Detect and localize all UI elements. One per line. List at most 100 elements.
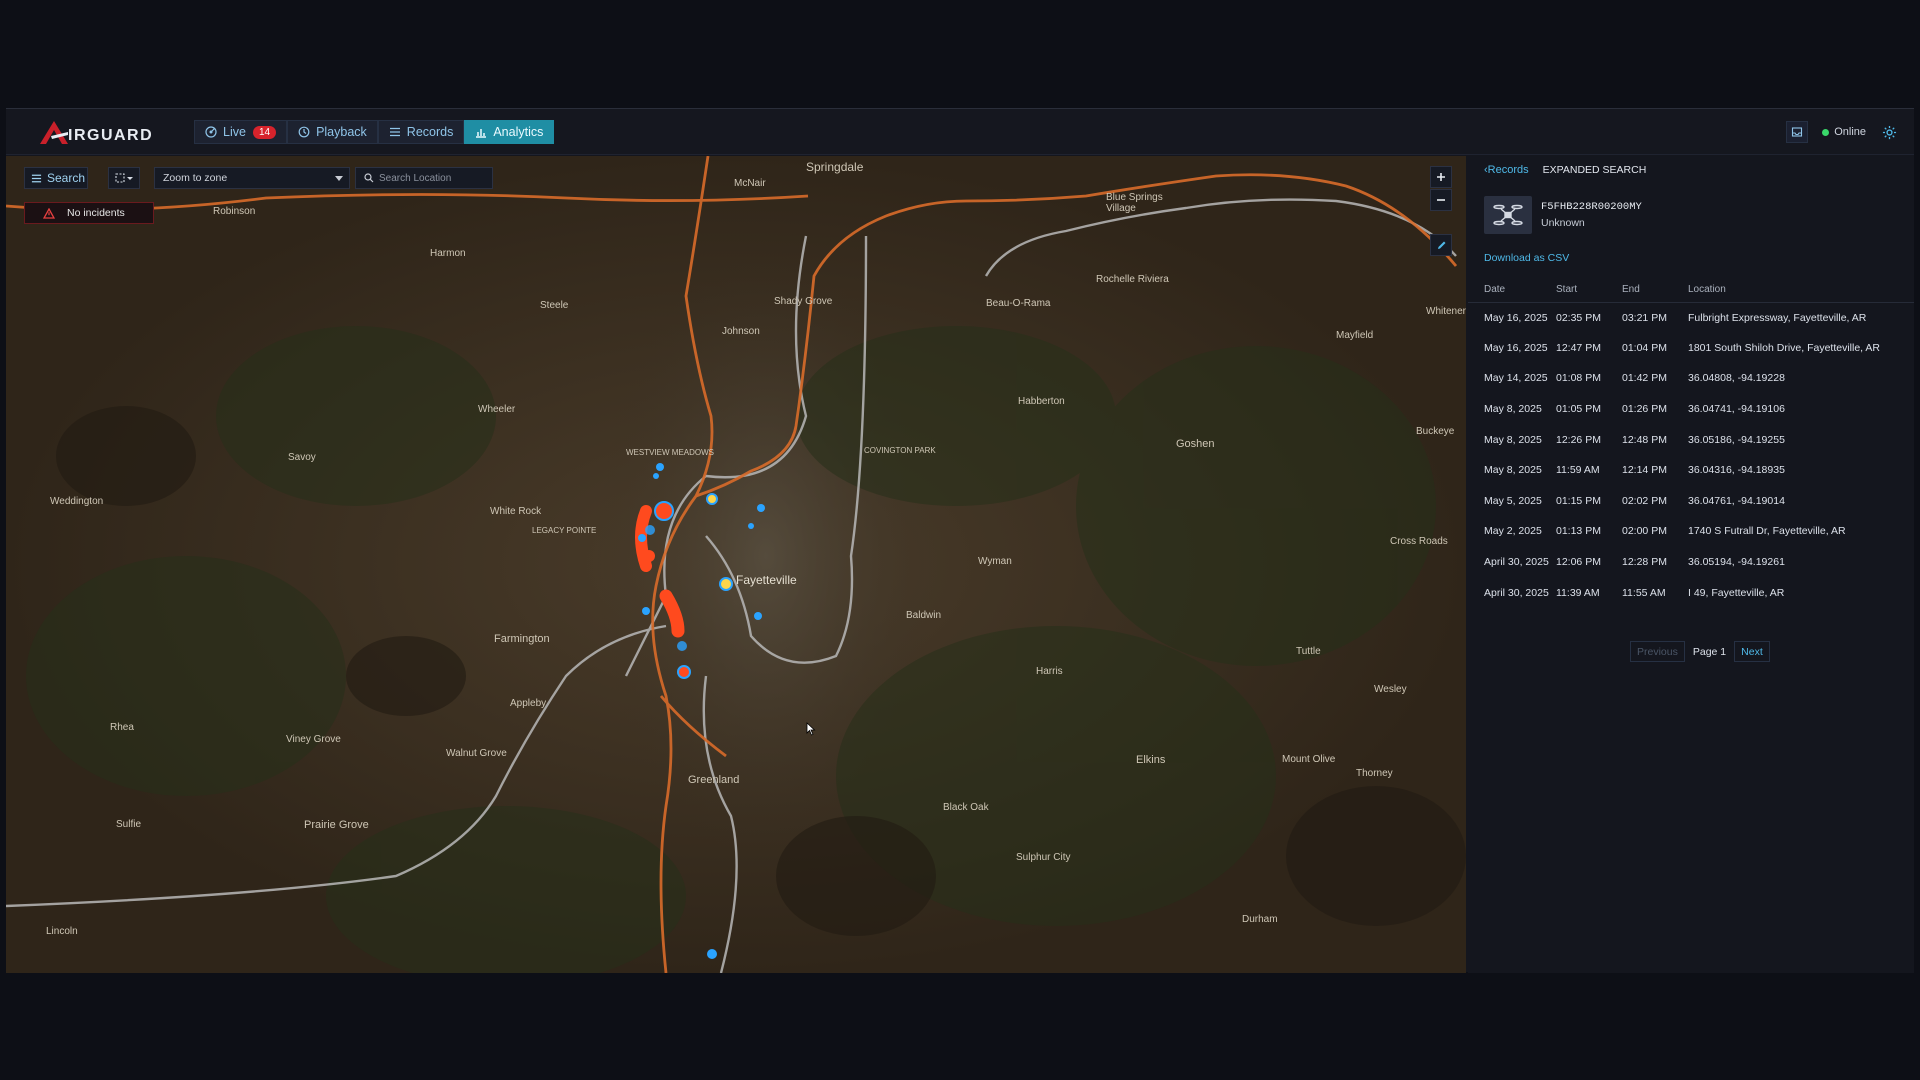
label-tuttle: Tuttle xyxy=(1296,646,1321,657)
label-springdale: Springdale xyxy=(806,160,864,174)
cell-location: 1801 South Shiloh Drive, Fayetteville, A… xyxy=(1688,341,1881,354)
label-baldwin: Baldwin xyxy=(906,610,942,621)
col-location[interactable]: Location xyxy=(1688,278,1914,303)
panel-title: EXPANDED SEARCH xyxy=(1542,164,1647,176)
map-search-button[interactable]: Search xyxy=(24,167,88,189)
drone-summary: F5FHB228R00200MY Unknown xyxy=(1484,196,1642,234)
tab-records[interactable]: Records xyxy=(377,120,465,144)
map-labels: Springdale Fayetteville Farmington Green… xyxy=(6,156,1466,973)
zoom-in-button[interactable] xyxy=(1430,166,1452,188)
records-table-body: May 16, 2025 02:35 PM 03:21 PM Fulbright Ex… xyxy=(1468,302,1914,608)
label-savoy: Savoy xyxy=(288,452,316,463)
cell-end: 01:42 PM xyxy=(1622,372,1667,385)
cell-date: April 30, 2025 xyxy=(1484,556,1549,569)
label-lincoln: Lincoln xyxy=(46,926,78,937)
logo-mark-icon xyxy=(40,121,68,144)
tab-live[interactable]: Live 14 xyxy=(194,120,288,144)
download-csv-link[interactable]: Download as CSV xyxy=(1484,252,1569,264)
label-mayfield: Mayfield xyxy=(1336,330,1374,341)
label-rhea: Rhea xyxy=(110,722,134,733)
table-row[interactable]: May 8, 2025 11:59 AM 12:14 PM 36.04316, -94… xyxy=(1468,455,1914,486)
label-wyman: Wyman xyxy=(978,556,1012,567)
status-label: Online xyxy=(1834,126,1866,138)
col-end[interactable]: End xyxy=(1622,278,1688,303)
table-row[interactable]: May 5, 2025 01:15 PM 02:02 PM 36.04761, -94… xyxy=(1468,486,1914,517)
table-row[interactable]: May 16, 2025 12:47 PM 01:04 PM 1801 South S… xyxy=(1468,333,1914,364)
records-side-panel: ‹Records EXPANDED SEARCH F5FHB228R00200M… xyxy=(1468,156,1914,973)
selection-tool-dropdown[interactable] xyxy=(108,167,140,189)
zone-select[interactable]: Zoom to zone xyxy=(154,167,350,189)
cell-date: May 2, 2025 xyxy=(1484,525,1542,538)
records-table: Date Start End Location May 16, 2025 02:3… xyxy=(1468,278,1914,608)
cell-start: 01:05 PM xyxy=(1556,403,1601,416)
table-row[interactable]: April 30, 2025 11:39 AM 11:55 AM I 49, Faye… xyxy=(1468,577,1914,608)
label-appleby: Appleby xyxy=(510,698,547,709)
zone-select-value: Zoom to zone xyxy=(163,172,228,184)
page-indicator: Page 1 xyxy=(1692,645,1727,658)
table-row[interactable]: May 8, 2025 12:26 PM 12:48 PM 36.05186, -94… xyxy=(1468,424,1914,455)
cell-location: 36.05186, -94.19255 xyxy=(1688,433,1785,446)
cell-start: 01:13 PM xyxy=(1556,525,1601,538)
label-farmington: Farmington xyxy=(494,633,550,645)
location-search-input[interactable] xyxy=(379,172,489,184)
back-to-records-link[interactable]: ‹Records xyxy=(1484,164,1529,176)
table-row[interactable]: May 16, 2025 02:35 PM 03:21 PM Fulbright Ex… xyxy=(1468,302,1914,333)
tab-analytics[interactable]: Analytics xyxy=(464,120,555,144)
drone-id: F5FHB228R00200MY xyxy=(1541,201,1642,213)
table-row[interactable]: May 14, 2025 01:08 PM 01:42 PM 36.04808, -9… xyxy=(1468,363,1914,394)
live-count-badge: 14 xyxy=(252,125,277,139)
table-row[interactable]: May 2, 2025 01:13 PM 02:00 PM 1740 S Futral… xyxy=(1468,516,1914,547)
cell-end: 11:55 AM xyxy=(1622,586,1666,599)
next-page-button[interactable]: Next xyxy=(1734,641,1770,662)
table-row[interactable]: April 30, 2025 12:06 PM 12:28 PM 36.05194, … xyxy=(1468,547,1914,578)
inbox-icon xyxy=(1792,127,1803,137)
col-start[interactable]: Start xyxy=(1556,278,1622,303)
previous-page-button[interactable]: Previous xyxy=(1630,641,1685,662)
notifications-button[interactable] xyxy=(1786,121,1809,143)
tab-live-label: Live xyxy=(223,125,246,139)
tab-analytics-label: Analytics xyxy=(493,125,544,139)
label-westview-meadows: WESTVIEW MEADOWS xyxy=(626,448,714,457)
cell-location: 36.04741, -94.19106 xyxy=(1688,403,1785,416)
bar-chart-icon xyxy=(476,129,487,138)
map-view[interactable]: Springdale Fayetteville Farmington Green… xyxy=(6,156,1466,973)
label-black-oak: Black Oak xyxy=(943,802,989,813)
label-johnson: Johnson xyxy=(722,326,760,337)
settings-button[interactable] xyxy=(1880,123,1898,141)
top-right-controls: Online xyxy=(1786,121,1898,143)
label-shady-grove: Shady Grove xyxy=(774,296,833,307)
label-steele: Steele xyxy=(540,300,569,311)
label-greenland: Greenland xyxy=(688,774,740,786)
cell-end: 12:28 PM xyxy=(1622,556,1667,569)
label-harris: Harris xyxy=(1036,666,1063,677)
top-bar: IRGUARD Live 14 Playback Records Analyti… xyxy=(6,109,1914,155)
label-cross-roads: Cross Roads xyxy=(1390,536,1448,547)
draw-tool-button[interactable] xyxy=(1430,234,1452,256)
tab-records-label: Records xyxy=(406,125,454,139)
cell-end: 02:00 PM xyxy=(1622,525,1667,538)
connection-status: Online xyxy=(1822,126,1866,138)
gear-icon xyxy=(1882,125,1896,139)
tab-playback[interactable]: Playback xyxy=(287,120,378,144)
incident-status-label: No incidents xyxy=(67,207,125,219)
warning-icon xyxy=(43,207,55,219)
label-mount-olive: Mount Olive xyxy=(1282,754,1336,765)
radar-icon xyxy=(205,126,217,138)
cell-date: May 5, 2025 xyxy=(1484,494,1542,507)
map-search-label: Search xyxy=(47,171,86,185)
zoom-out-button[interactable] xyxy=(1430,189,1452,211)
cell-date: May 8, 2025 xyxy=(1484,403,1542,416)
logo: IRGUARD xyxy=(38,118,153,146)
brand-wordmark: IRGUARD xyxy=(68,127,154,144)
location-search-box xyxy=(355,167,493,189)
search-icon xyxy=(364,173,374,183)
table-row[interactable]: May 8, 2025 01:05 PM 01:26 PM 36.04741, -94… xyxy=(1468,394,1914,425)
cell-date: May 16, 2025 xyxy=(1484,341,1548,354)
col-date[interactable]: Date xyxy=(1468,278,1556,303)
minus-icon xyxy=(1437,199,1445,201)
label-whitener: Whitener xyxy=(1426,306,1466,317)
label-blue-springs: Blue Springs Village xyxy=(1106,192,1163,214)
cell-location: Fulbright Expressway, Fayetteville, AR xyxy=(1688,311,1867,324)
label-covington-park: COVINGTON PARK xyxy=(864,446,936,455)
tab-playback-label: Playback xyxy=(316,125,367,139)
